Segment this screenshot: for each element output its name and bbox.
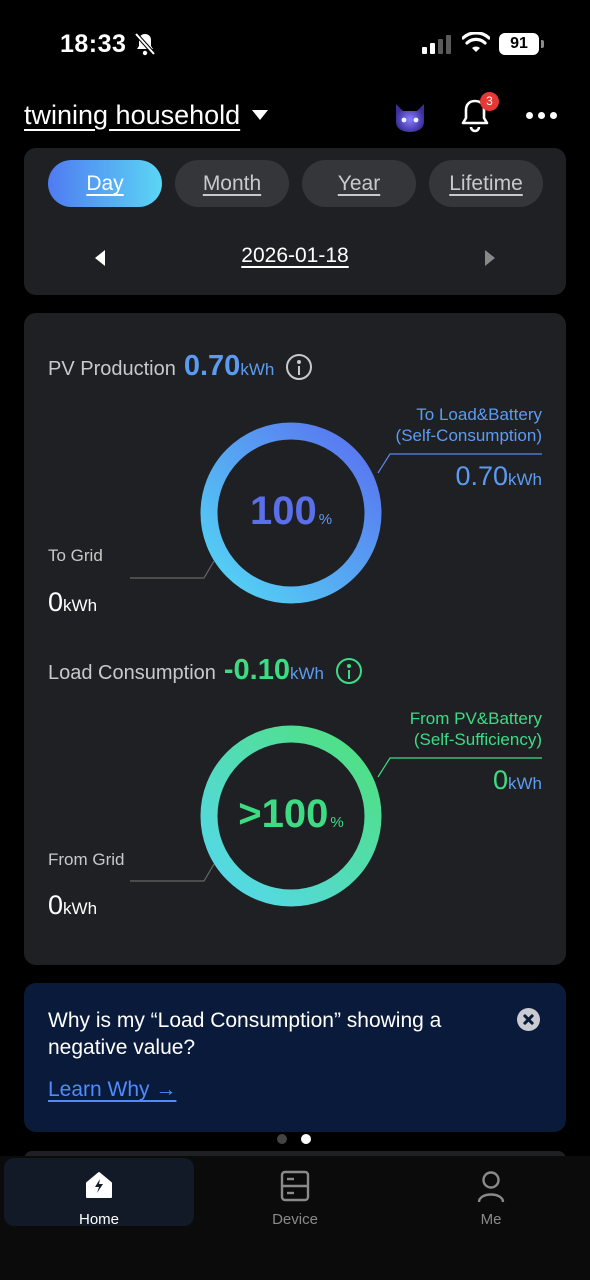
device-icon bbox=[280, 1170, 310, 1202]
wifi-icon bbox=[462, 32, 490, 52]
load-consumption-label: Load Consumption bbox=[48, 662, 216, 684]
cellular-signal-icon bbox=[422, 34, 451, 54]
learn-why-link[interactable]: Learn Why → bbox=[48, 1078, 176, 1102]
cat-assistant-icon[interactable] bbox=[390, 96, 430, 136]
load-consumption-unit: kWh bbox=[290, 664, 324, 683]
load-consumption-value: -0.10 bbox=[223, 654, 290, 686]
load-from-grid-number: 0 bbox=[48, 890, 64, 920]
negative-value-help-banner: Why is my “Load Consumption” showing a n… bbox=[24, 983, 566, 1132]
pv-to-grid-value: 0kWh bbox=[48, 587, 97, 618]
nav-home[interactable]: Home bbox=[4, 1158, 194, 1228]
pv-ring-percent-sign: % bbox=[318, 511, 333, 528]
load-ring-percent-number: >100 bbox=[238, 792, 329, 836]
notification-badge: 3 bbox=[480, 92, 499, 111]
chevron-down-icon[interactable] bbox=[252, 110, 268, 120]
banner-question: Why is my “Load Consumption” showing a n… bbox=[48, 1009, 442, 1059]
load-right-value-number: 0 bbox=[492, 765, 508, 795]
pv-ring-percent-number: 100 bbox=[249, 489, 317, 533]
tab-day[interactable]: Day bbox=[48, 160, 162, 207]
pv-to-grid-label: To Grid bbox=[48, 546, 103, 565]
load-self-sufficiency-label: From PV&Battery (Self-Sufficiency) bbox=[410, 708, 542, 750]
load-right-label-line1: From PV&Battery bbox=[409, 709, 542, 728]
pv-to-grid-unit: kWh bbox=[63, 596, 98, 615]
close-icon[interactable] bbox=[517, 1008, 540, 1031]
nav-device-label: Device bbox=[272, 1211, 318, 1228]
app-header: twining household 3 bbox=[0, 92, 590, 140]
more-options-icon[interactable] bbox=[526, 112, 557, 119]
load-from-grid-value: 0kWh bbox=[48, 890, 97, 921]
load-from-grid-label: From Grid bbox=[48, 850, 125, 869]
pagination-dot-active[interactable] bbox=[301, 1134, 311, 1144]
load-right-label-line2: (Self-Sufficiency) bbox=[413, 730, 542, 749]
pv-to-grid-number: 0 bbox=[48, 587, 64, 617]
period-selector-card: Day Month Year Lifetime 2026-01-18 bbox=[24, 148, 566, 295]
load-self-sufficiency-value: 0kWh bbox=[493, 765, 542, 796]
profile-icon bbox=[477, 1171, 505, 1203]
load-right-value-unit: kWh bbox=[508, 774, 542, 793]
nav-me[interactable]: Me bbox=[396, 1158, 586, 1228]
nav-me-label: Me bbox=[480, 1211, 502, 1228]
tab-year[interactable]: Year bbox=[302, 160, 416, 207]
previous-date-icon[interactable] bbox=[95, 250, 105, 266]
home-icon bbox=[86, 1172, 112, 1198]
status-time: 18:33 bbox=[60, 30, 127, 58]
battery-indicator: 91 bbox=[499, 33, 544, 55]
carousel-pagination bbox=[277, 1134, 311, 1144]
nav-device[interactable]: Device bbox=[200, 1158, 390, 1228]
load-info-icon[interactable] bbox=[336, 658, 362, 684]
pagination-dot[interactable] bbox=[277, 1134, 287, 1144]
period-tabs: Day Month Year Lifetime bbox=[48, 160, 543, 207]
load-ring-percent-sign: % bbox=[330, 814, 344, 831]
next-date-icon[interactable] bbox=[485, 250, 495, 266]
nav-home-label: Home bbox=[78, 1211, 119, 1228]
tab-month[interactable]: Month bbox=[175, 160, 289, 207]
load-ring-percent: >100% bbox=[199, 792, 383, 837]
load-from-grid-unit: kWh bbox=[63, 899, 98, 918]
pv-ring-percent: 100% bbox=[199, 489, 383, 534]
energy-stats-card: PV Production 0.70 kWh To Load&Battery (… bbox=[24, 313, 566, 965]
load-consumption-title-row: Load Consumption -0.10 kWh bbox=[48, 653, 362, 687]
bottom-navigation: Home Device Me bbox=[0, 1156, 590, 1280]
silent-bell-icon bbox=[134, 32, 156, 56]
status-bar: 18:33 91 bbox=[0, 0, 590, 80]
tab-lifetime[interactable]: Lifetime bbox=[429, 160, 543, 207]
household-selector[interactable]: twining household bbox=[24, 100, 240, 131]
